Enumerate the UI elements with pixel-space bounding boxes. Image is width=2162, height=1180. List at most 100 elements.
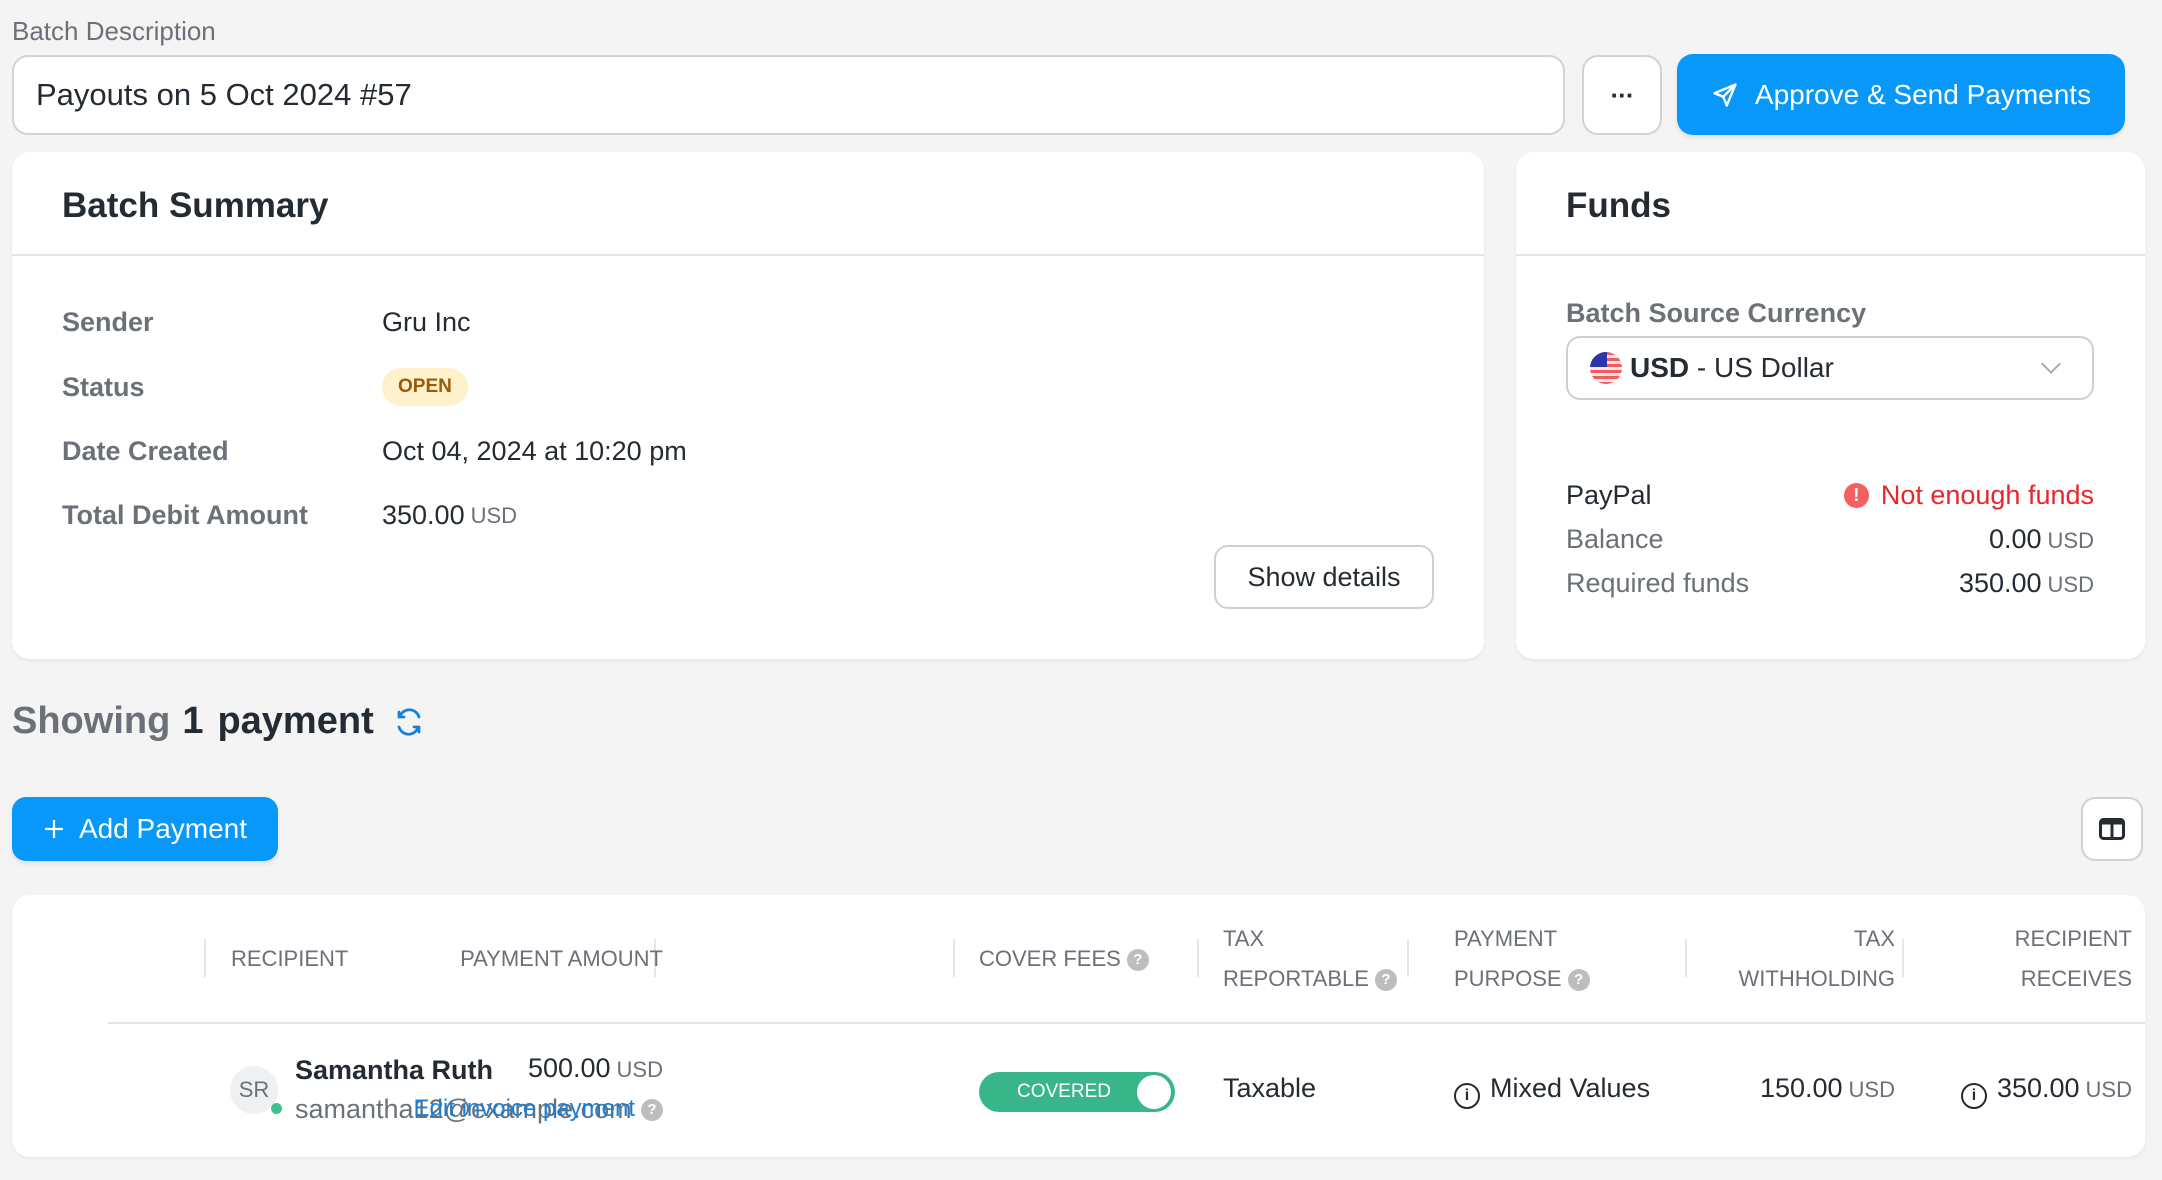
tax-withholding-cell: 150.00 USD <box>1760 1073 1895 1104</box>
payment-count: 1 <box>182 700 204 742</box>
column-header-payment-amount[interactable]: PAYMENT AMOUNT <box>460 939 663 979</box>
column-separator <box>1685 939 1687 977</box>
payments-count-heading: Showing 1 payment <box>12 700 424 743</box>
tax-withholding-unit: USD <box>1848 1077 1895 1102</box>
sender-row: Sender Gru Inc <box>62 307 471 338</box>
currency-label: Batch Source Currency <box>1566 298 1867 328</box>
currency-select[interactable]: USD - US Dollar <box>1566 336 2094 400</box>
recipient-receives-header-line2: RECEIVES <box>2020 966 2132 991</box>
balance-value: 0.00 <box>1988 524 2042 554</box>
recipient-name: Samantha Ruth <box>295 1055 494 1085</box>
chevron-down-icon <box>2041 354 2061 374</box>
required-funds-row: Required funds 350.00 USD <box>1566 568 2094 599</box>
column-settings-button[interactable] <box>2081 797 2143 861</box>
batch-description-label: Batch Description <box>12 16 216 46</box>
tax-reportable-value: Taxable <box>1223 1073 1317 1103</box>
payment-purpose-value: Mixed Values <box>1490 1073 1651 1103</box>
divider <box>108 1022 2145 1024</box>
batch-summary-title: Batch Summary <box>62 186 329 225</box>
info-icon[interactable]: i <box>1960 1083 1987 1109</box>
payment-noun: payment <box>217 700 374 742</box>
tax-withholding-header-line2: WITHHOLDING <box>1738 966 1895 991</box>
tax-withholding-header-line1: TAX <box>1853 926 1895 951</box>
help-icon[interactable]: ? <box>1567 969 1590 992</box>
divider <box>1516 254 2145 256</box>
funds-card: Funds Batch Source Currency USD - US Dol… <box>1516 152 2145 659</box>
recipient-receives-header-line1: RECIPIENT <box>2014 926 2132 951</box>
status-row: Status OPEN <box>62 368 468 406</box>
balance-row: Balance 0.00 USD <box>1566 524 2094 555</box>
total-debit-unit: USD <box>470 502 518 528</box>
ellipsis-icon: ··· <box>1610 79 1635 110</box>
currency-code: USD <box>1630 352 1690 383</box>
total-debit-value: 350.00 <box>382 500 465 530</box>
divider <box>12 254 1484 256</box>
tax-reportable-header-line2: REPORTABLE <box>1223 966 1369 991</box>
payment-purpose-header-line2: PURPOSE <box>1454 966 1562 991</box>
us-flag-icon <box>1590 352 1622 384</box>
funds-warning-text: Not enough funds <box>1880 480 2094 510</box>
help-icon[interactable]: ? <box>1126 949 1149 972</box>
column-separator <box>1902 939 1904 977</box>
plus-icon <box>44 820 63 838</box>
help-icon[interactable]: ? <box>641 1098 663 1121</box>
total-debit-label: Total Debit Amount <box>62 500 308 530</box>
sender-label: Sender <box>62 307 154 337</box>
showing-prefix: Showing <box>12 700 171 742</box>
date-created-value: Oct 04, 2024 at 10:20 pm <box>382 436 687 466</box>
column-separator <box>204 939 206 977</box>
column-header-recipient[interactable]: RECIPIENT <box>231 939 348 979</box>
columns-icon <box>2099 818 2125 840</box>
provider-row: PayPal ! Not enough funds <box>1566 480 2094 511</box>
payment-amount: 500.00 USD <box>528 1053 663 1084</box>
recipient-receives-cell: i 350.00 USD <box>1960 1073 2132 1109</box>
column-separator <box>953 939 955 977</box>
balance-unit: USD <box>2047 528 2094 553</box>
approve-send-payments-button[interactable]: Approve & Send Payments <box>1677 54 2125 135</box>
more-options-button[interactable]: ··· <box>1582 55 1662 135</box>
column-separator <box>1197 939 1199 977</box>
edit-invoice-payment-link[interactable]: Edit invoice payment? <box>414 1095 663 1123</box>
tax-withholding-value: 150.00 <box>1759 1073 1843 1103</box>
recipient-receives-value: 350.00 <box>1996 1073 2080 1103</box>
column-header-tax-withholding[interactable]: TAX WITHHOLDING <box>1739 919 1895 999</box>
add-payment-button[interactable]: Add Payment <box>12 797 278 861</box>
avatar: SR <box>230 1066 282 1114</box>
status-dot <box>271 1103 282 1114</box>
total-debit-row: Total Debit Amount 350.00 USD <box>62 500 517 531</box>
info-icon[interactable]: i <box>1454 1083 1480 1109</box>
required-funds-label: Required funds <box>1566 568 1750 598</box>
column-header-cover-fees[interactable]: COVER FEES? <box>979 939 1149 979</box>
tax-reportable-header-line1: TAX <box>1223 926 1265 951</box>
refresh-icon[interactable] <box>394 707 424 737</box>
cover-fees-header-label: COVER FEES <box>979 946 1121 971</box>
recipient-receives-unit: USD <box>2085 1077 2132 1102</box>
cover-fees-toggle-label: COVERED <box>1017 1081 1111 1102</box>
balance-label: Balance <box>1566 524 1664 554</box>
sender-value: Gru Inc <box>382 307 471 337</box>
send-icon <box>1713 82 1737 107</box>
funds-title: Funds <box>1566 186 1671 225</box>
funds-warning: ! Not enough funds <box>1843 480 2094 511</box>
payments-table: RECIPIENT PAYMENT AMOUNT COVER FEES? TAX… <box>12 895 2145 1157</box>
payment-purpose-header-line1: PAYMENT <box>1454 926 1558 951</box>
column-header-recipient-receives[interactable]: RECIPIENT RECEIVES <box>2015 919 2132 999</box>
alert-icon: ! <box>1843 483 1869 508</box>
show-details-button[interactable]: Show details <box>1214 545 1434 609</box>
toggle-knob <box>1137 1075 1171 1109</box>
payment-amount-value: 500.00 <box>527 1053 611 1083</box>
column-header-tax-reportable[interactable]: TAX REPORTABLE? <box>1223 919 1397 999</box>
status-label: Status <box>62 371 145 402</box>
add-payment-label: Add Payment <box>78 813 248 844</box>
date-created-row: Date Created Oct 04, 2024 at 10:20 pm <box>62 436 687 467</box>
edit-invoice-label: Edit invoice payment <box>413 1095 635 1122</box>
status-badge: OPEN <box>382 368 468 406</box>
column-header-payment-purpose[interactable]: PAYMENT PURPOSE? <box>1454 919 1590 999</box>
batch-summary-card: Batch Summary Sender Gru Inc Status OPEN… <box>12 152 1484 659</box>
help-icon[interactable]: ? <box>1374 969 1397 992</box>
avatar-initials: SR <box>238 1077 270 1102</box>
currency-name: - US Dollar <box>1689 352 1834 383</box>
required-funds-unit: USD <box>2047 572 2094 597</box>
cover-fees-toggle[interactable]: COVERED <box>979 1072 1175 1112</box>
batch-description-input[interactable] <box>12 55 1565 135</box>
